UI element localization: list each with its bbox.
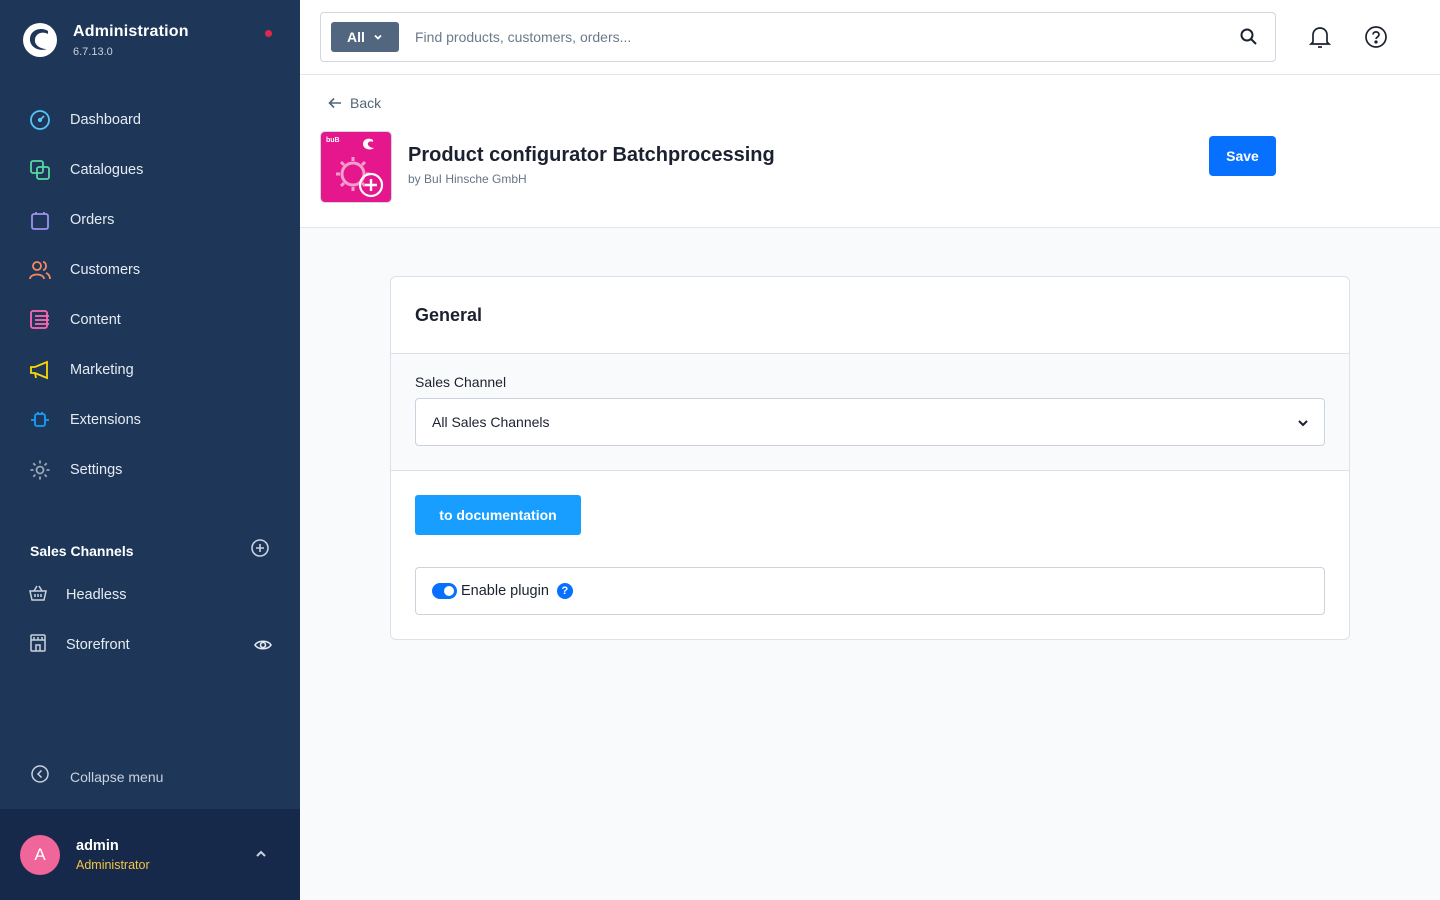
sales-channel-list: Headless Storefront bbox=[0, 570, 300, 670]
save-button[interactable]: Save bbox=[1209, 136, 1276, 176]
chevron-left-circle-icon bbox=[30, 764, 50, 789]
content-icon bbox=[28, 308, 52, 332]
users-icon bbox=[28, 258, 52, 282]
sidebar-item-settings[interactable]: Settings bbox=[0, 445, 300, 495]
sidebar-item-extensions[interactable]: Extensions bbox=[0, 395, 300, 445]
avatar: A bbox=[20, 834, 60, 875]
notification-dot bbox=[265, 30, 272, 37]
sales-channels-header: Sales Channels bbox=[30, 538, 270, 563]
storefront-icon bbox=[28, 633, 48, 658]
chevron-up-icon bbox=[254, 847, 268, 866]
sales-channel-value: All Sales Channels bbox=[432, 414, 550, 430]
sidebar-item-orders[interactable]: Orders bbox=[0, 195, 300, 245]
plugin-title: Product configurator Batchprocessing bbox=[408, 144, 775, 166]
sales-channel-select[interactable]: All Sales Channels bbox=[415, 398, 1325, 446]
arrow-left-icon bbox=[328, 97, 341, 109]
user-menu[interactable]: A admin Administrator bbox=[0, 809, 300, 900]
back-link[interactable]: Back bbox=[328, 95, 381, 111]
sidebar-item-label: Settings bbox=[70, 462, 123, 478]
sidebar-item-catalogues[interactable]: Catalogues bbox=[0, 145, 300, 195]
sidebar-item-label: Extensions bbox=[70, 412, 141, 428]
sidebar-item-label: Marketing bbox=[70, 362, 134, 378]
toggle-knob bbox=[444, 586, 454, 596]
sidebar: Administration 6.7.13.0 Dashboard Catalo… bbox=[0, 0, 300, 900]
megaphone-icon bbox=[28, 358, 52, 382]
plugin-settings-section: to documentation Enable plugin ? bbox=[391, 471, 1349, 639]
sidebar-item-label: Orders bbox=[70, 212, 115, 228]
topbar: All bbox=[300, 0, 1440, 75]
enable-plugin-toggle[interactable] bbox=[432, 583, 457, 599]
eye-icon[interactable] bbox=[254, 636, 272, 659]
chevron-down-icon bbox=[1296, 416, 1310, 435]
enable-plugin-label: Enable plugin bbox=[461, 583, 549, 599]
plugin-vendor: by BuI Hinsche GmbH bbox=[408, 172, 527, 186]
brand[interactable]: Administration 6.7.13.0 bbox=[22, 22, 189, 58]
card-header: General bbox=[391, 277, 1349, 354]
plugin-logo-tag: buB bbox=[326, 137, 340, 144]
back-label: Back bbox=[350, 95, 382, 111]
sales-channel-label: Sales Channel bbox=[415, 374, 507, 390]
search-input[interactable] bbox=[415, 29, 1215, 45]
app-version: 6.7.13.0 bbox=[73, 45, 113, 58]
search-icon[interactable] bbox=[1239, 27, 1259, 52]
sidebar-item-content[interactable]: Content bbox=[0, 295, 300, 345]
sidebar-item-customers[interactable]: Customers bbox=[0, 245, 300, 295]
sales-channel-section: Sales Channel All Sales Channels bbox=[391, 354, 1349, 471]
plugin-logo: buB bbox=[320, 131, 392, 203]
add-sales-channel-icon[interactable] bbox=[250, 538, 270, 563]
main-nav: Dashboard Catalogues Orders Customers Co… bbox=[0, 95, 300, 495]
shopping-bag-icon bbox=[28, 208, 52, 232]
search-bar: All bbox=[320, 12, 1276, 62]
gauge-icon bbox=[28, 108, 52, 132]
sales-channel-label: Headless bbox=[66, 587, 127, 603]
shopware-logo bbox=[23, 23, 57, 57]
collapse-menu-button[interactable]: Collapse menu bbox=[30, 764, 163, 789]
sidebar-item-dashboard[interactable]: Dashboard bbox=[0, 95, 300, 145]
enable-plugin-field: Enable plugin ? bbox=[415, 567, 1325, 615]
page-header: Back buB Product configurator Batchproce… bbox=[300, 75, 1440, 228]
documentation-button[interactable]: to documentation bbox=[415, 495, 581, 535]
general-card: General Sales Channel All Sales Channels… bbox=[390, 276, 1350, 640]
app-title: Administration bbox=[73, 22, 189, 40]
sales-channel-label: Storefront bbox=[66, 637, 130, 653]
plug-icon bbox=[28, 408, 52, 432]
sidebar-item-label: Customers bbox=[70, 262, 141, 278]
sidebar-item-label: Catalogues bbox=[70, 162, 144, 178]
help-tooltip-icon[interactable]: ? bbox=[556, 583, 573, 599]
search-type-dropdown[interactable]: All bbox=[331, 22, 399, 52]
collapse-menu-label: Collapse menu bbox=[70, 768, 164, 785]
help-icon[interactable] bbox=[1364, 24, 1388, 53]
gear-icon bbox=[28, 458, 52, 482]
sales-channel-storefront[interactable]: Storefront bbox=[0, 620, 300, 670]
catalogue-icon bbox=[28, 158, 52, 182]
basket-icon bbox=[28, 583, 48, 608]
sidebar-item-label: Dashboard bbox=[70, 112, 141, 128]
sales-channel-headless[interactable]: Headless bbox=[0, 570, 300, 620]
chevron-down-icon bbox=[374, 34, 382, 40]
user-name: admin bbox=[76, 837, 119, 854]
sidebar-item-label: Content bbox=[70, 312, 121, 328]
sidebar-item-marketing[interactable]: Marketing bbox=[0, 345, 300, 395]
search-type-label: All bbox=[347, 29, 365, 45]
sales-channels-title: Sales Channels bbox=[30, 542, 134, 559]
user-role: Administrator bbox=[76, 857, 150, 872]
bell-icon[interactable] bbox=[1308, 24, 1332, 55]
card-title: General bbox=[415, 304, 483, 325]
